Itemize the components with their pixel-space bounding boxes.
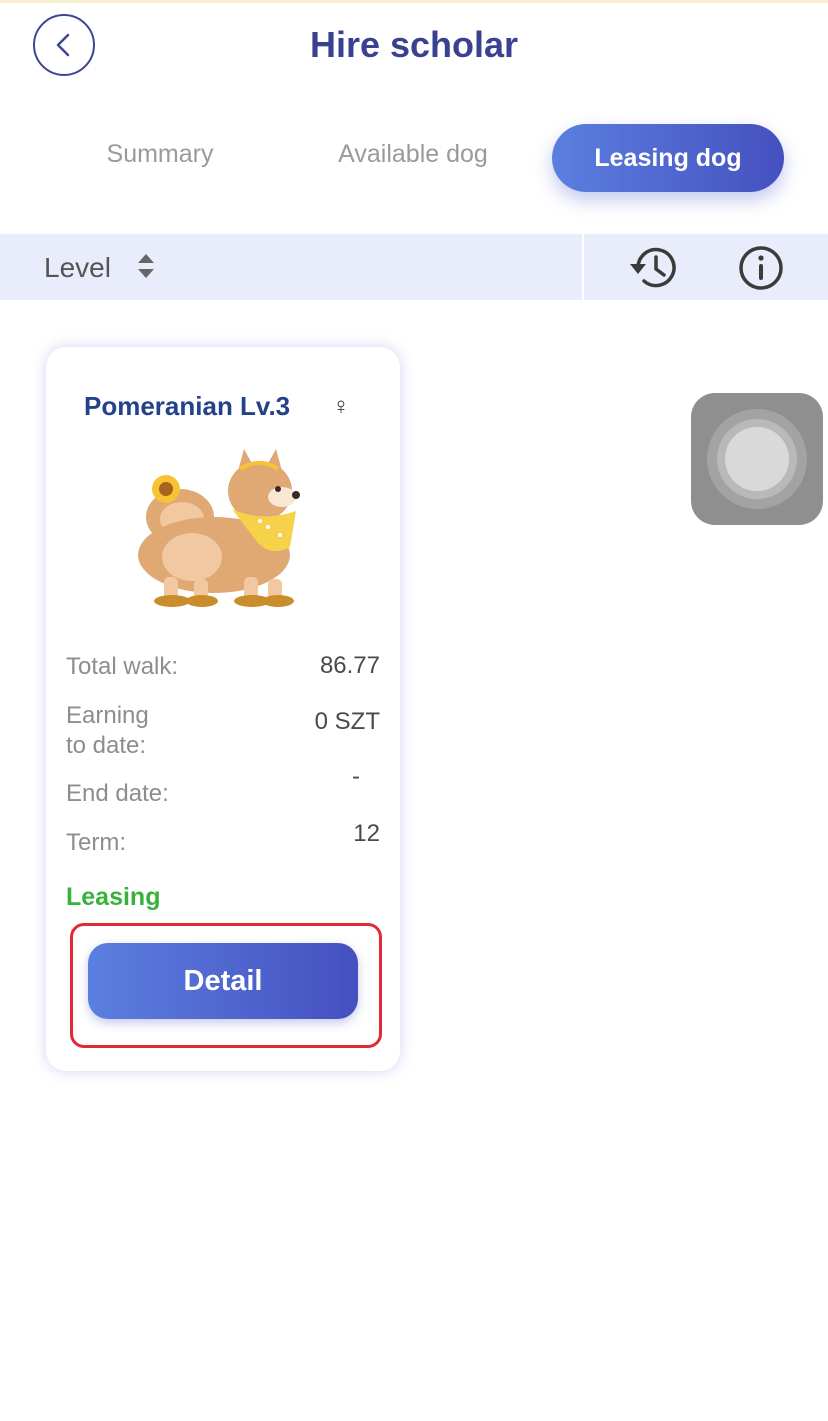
filter-bar: Level <box>0 234 828 300</box>
sort-icon[interactable] <box>136 250 156 282</box>
assistive-touch-dot <box>725 427 789 491</box>
page-title: Hire scholar <box>309 24 519 65</box>
total-walk-value: 86.77 <box>319 652 380 679</box>
highlight-outline <box>70 923 382 1048</box>
tab-leasing-dog[interactable]: Leasing dog <box>552 124 784 192</box>
pomeranian-image <box>138 449 300 607</box>
history-icon[interactable] <box>628 244 680 292</box>
term-value: 12 <box>353 820 380 847</box>
assistive-touch-ring <box>707 409 807 509</box>
earning-label-line2: to date: <box>66 732 147 759</box>
earning-to-date-label: Earning to date: <box>66 701 149 761</box>
tab-available-dog[interactable]: Available dog <box>300 120 526 188</box>
filter-divider <box>582 234 584 300</box>
earning-to-date-value: 0 SZT <box>314 708 380 735</box>
tab-summary[interactable]: Summary <box>60 120 260 188</box>
end-date-label: End date: <box>66 780 169 807</box>
assistive-touch-ring-inner <box>717 419 797 499</box>
assistive-touch-button[interactable] <box>691 393 823 525</box>
term-label: Term: <box>66 829 126 856</box>
tab-bar: Summary Available dog Leasing dog <box>0 120 828 192</box>
earning-label-line1: Earning <box>66 702 149 729</box>
dog-name: Pomeranian Lv.3 <box>84 391 291 421</box>
sort-level-label[interactable]: Level <box>44 252 111 284</box>
end-date-value: - <box>352 763 360 790</box>
total-walk-label: Total walk: <box>66 653 179 680</box>
status-badge: Leasing <box>66 883 161 911</box>
info-icon[interactable] <box>738 245 784 291</box>
top-edge-line <box>0 0 828 3</box>
female-icon: ♀ <box>332 393 350 420</box>
